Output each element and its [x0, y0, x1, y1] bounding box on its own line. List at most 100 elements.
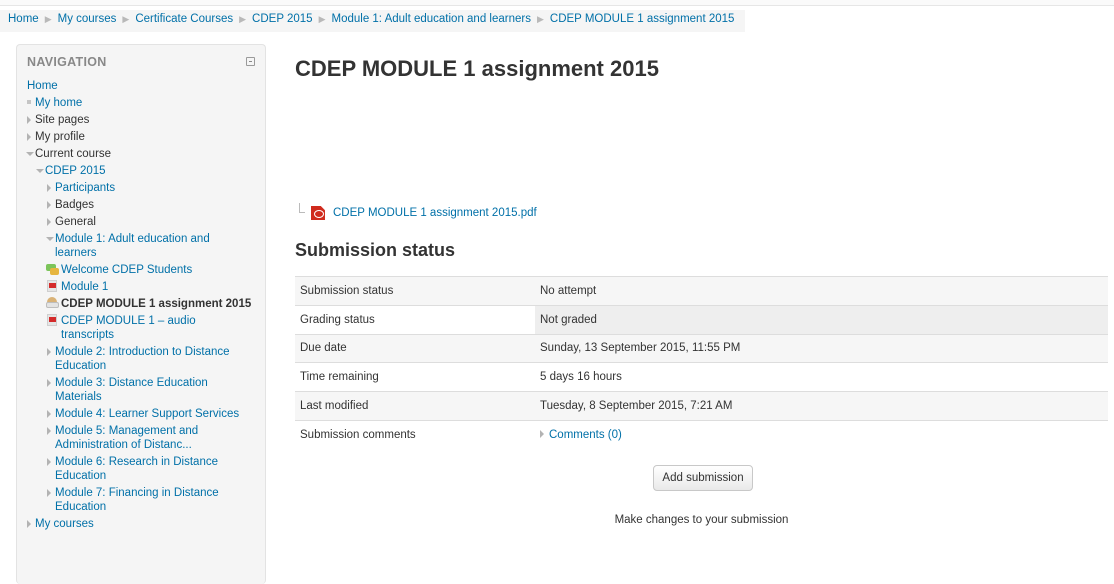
expand-arrow-icon[interactable]	[47, 458, 51, 466]
nav-item-label[interactable]: CDEP MODULE 1 – audio transcripts	[61, 314, 232, 342]
assignment-icon	[46, 297, 59, 309]
pdf-icon	[47, 314, 57, 326]
nav-item-my-profile[interactable]: My profile	[27, 130, 263, 144]
breadcrumb-module[interactable]: Module 1: Adult education and learners	[332, 13, 531, 25]
navigation-block: NAVIGATION Home My home Site pages My pr…	[16, 44, 266, 584]
breadcrumb-my-courses[interactable]: My courses	[58, 13, 117, 25]
pdf-icon	[47, 280, 57, 292]
add-submission-button[interactable]: Add submission	[653, 465, 753, 491]
comments-link[interactable]: Comments (0)	[549, 429, 622, 441]
nav-item-module-4[interactable]: Module 4: Learner Support Services	[27, 407, 263, 421]
submission-help-text: Make changes to your submission	[614, 514, 789, 526]
nav-item-label[interactable]: My courses	[35, 517, 263, 531]
collapse-arrow-icon[interactable]	[46, 237, 54, 241]
breadcrumb-separator-icon: ▶	[44, 14, 52, 24]
nav-item-course[interactable]: CDEP 2015	[27, 164, 263, 178]
nav-item-label[interactable]: My home	[35, 96, 263, 110]
nav-item-module-5[interactable]: Module 5: Management and Administration …	[27, 424, 227, 452]
nav-item-label[interactable]: CDEP 2015	[45, 164, 263, 178]
nav-item-label[interactable]: CDEP MODULE 1 assignment 2015	[61, 297, 252, 311]
nav-item-participants[interactable]: Participants	[27, 181, 263, 195]
table-row: Submission comments Comments (0)	[295, 419, 1108, 450]
row-label: Submission comments	[295, 419, 535, 450]
nav-item-module-6[interactable]: Module 6: Research in Distance Education	[27, 455, 237, 483]
expand-arrow-icon[interactable]	[47, 427, 51, 435]
nav-item-module-3[interactable]: Module 3: Distance Education Materials	[27, 376, 237, 404]
nav-item-label[interactable]: Module 6: Research in Distance Education	[55, 455, 237, 483]
nav-item-module-2[interactable]: Module 2: Introduction to Distance Educa…	[27, 345, 252, 373]
pdf-icon	[311, 206, 325, 220]
expand-arrow-icon[interactable]	[47, 218, 51, 226]
collapse-arrow-icon[interactable]	[36, 169, 44, 173]
expand-arrow-icon[interactable]	[540, 430, 544, 439]
row-value: No attempt	[535, 276, 1108, 306]
row-label: Due date	[295, 333, 535, 363]
submission-status-table: Submission status No attempt Grading sta…	[295, 276, 1108, 450]
section-title: Submission status	[295, 240, 456, 260]
nav-item-label[interactable]: General	[55, 215, 263, 229]
expand-arrow-icon[interactable]	[47, 348, 51, 356]
breadcrumb-home[interactable]: Home	[8, 13, 39, 25]
nav-item-my-home[interactable]: My home	[27, 96, 263, 110]
nav-item-current-course[interactable]: Current course	[26, 147, 263, 161]
nav-item-label[interactable]: Site pages	[35, 113, 263, 127]
expand-arrow-icon[interactable]	[27, 520, 31, 528]
breadcrumb-separator-icon: ▶	[536, 14, 544, 24]
tree-corner-icon	[299, 203, 305, 213]
nav-item-label[interactable]: Current course	[35, 147, 263, 161]
row-label: Last modified	[295, 391, 535, 421]
expand-arrow-icon[interactable]	[27, 133, 31, 141]
nav-item-assignment[interactable]: CDEP MODULE 1 assignment 2015	[27, 297, 252, 311]
row-label: Time remaining	[295, 362, 535, 392]
nav-item-label[interactable]: Module 7: Financing in Distance Educatio…	[55, 486, 237, 514]
expand-arrow-icon[interactable]	[47, 201, 51, 209]
nav-item-site-pages[interactable]: Site pages	[27, 113, 263, 127]
page-title: CDEP MODULE 1 assignment 2015	[295, 56, 659, 81]
navigation-tree: Home My home Site pages My profile Curre…	[26, 79, 263, 534]
nav-item-label[interactable]: Module 3: Distance Education Materials	[55, 376, 237, 404]
dock-block-icon[interactable]	[246, 57, 255, 66]
nav-item-label[interactable]: Home	[27, 79, 263, 93]
nav-item-module-1-file[interactable]: Module 1	[27, 280, 263, 294]
nav-item-label[interactable]: Badges	[55, 198, 263, 212]
bullet-icon	[27, 100, 31, 104]
expand-arrow-icon[interactable]	[47, 489, 51, 497]
expand-arrow-icon[interactable]	[47, 379, 51, 387]
breadcrumb-separator-icon: ▶	[239, 14, 247, 24]
row-value: Not graded	[535, 304, 1108, 335]
row-value: Comments (0)	[535, 419, 1108, 450]
expand-arrow-icon[interactable]	[47, 184, 51, 192]
expand-arrow-icon[interactable]	[27, 116, 31, 124]
nav-item-label[interactable]: Module 5: Management and Administration …	[55, 424, 227, 452]
table-row: Submission status No attempt	[295, 276, 1108, 306]
nav-item-module-7[interactable]: Module 7: Financing in Distance Educatio…	[27, 486, 237, 514]
nav-item-label[interactable]: Module 4: Learner Support Services	[55, 407, 263, 421]
collapse-arrow-icon[interactable]	[26, 152, 34, 156]
nav-item-label[interactable]: Welcome CDEP Students	[61, 263, 263, 277]
nav-item-my-courses[interactable]: My courses	[27, 517, 263, 531]
nav-item-general[interactable]: General	[27, 215, 263, 229]
expand-arrow-icon[interactable]	[47, 410, 51, 418]
nav-item-label[interactable]: My profile	[35, 130, 263, 144]
breadcrumb-assignment[interactable]: CDEP MODULE 1 assignment 2015	[550, 13, 735, 25]
row-value: Sunday, 13 September 2015, 11:55 PM	[535, 333, 1108, 363]
nav-item-label[interactable]: Module 2: Introduction to Distance Educa…	[55, 345, 252, 373]
nav-item-label[interactable]: Module 1: Adult education and learners	[55, 232, 247, 260]
breadcrumb-certificate-courses[interactable]: Certificate Courses	[135, 13, 233, 25]
nav-item-label[interactable]: Module 1	[61, 280, 263, 294]
table-row: Due date Sunday, 13 September 2015, 11:5…	[295, 333, 1108, 363]
table-row: Time remaining 5 days 16 hours	[295, 362, 1108, 392]
nav-item-label[interactable]: Participants	[55, 181, 263, 195]
file-name[interactable]: CDEP MODULE 1 assignment 2015.pdf	[333, 207, 537, 219]
breadcrumb-course[interactable]: CDEP 2015	[252, 13, 313, 25]
nav-item-badges[interactable]: Badges	[27, 198, 263, 212]
nav-item-welcome[interactable]: Welcome CDEP Students	[27, 263, 263, 277]
row-value: Tuesday, 8 September 2015, 7:21 AM	[535, 391, 1108, 421]
nav-item-module-1[interactable]: Module 1: Adult education and learners	[27, 232, 247, 260]
table-row: Last modified Tuesday, 8 September 2015,…	[295, 391, 1108, 421]
row-value: 5 days 16 hours	[535, 362, 1108, 392]
nav-item-audio-transcripts[interactable]: CDEP MODULE 1 – audio transcripts	[27, 314, 232, 342]
nav-item-home[interactable]: Home	[27, 79, 263, 93]
breadcrumb: Home ▶ My courses ▶ Certificate Courses ▶ CDEP…	[0, 10, 745, 32]
row-label: Grading status	[295, 304, 535, 335]
